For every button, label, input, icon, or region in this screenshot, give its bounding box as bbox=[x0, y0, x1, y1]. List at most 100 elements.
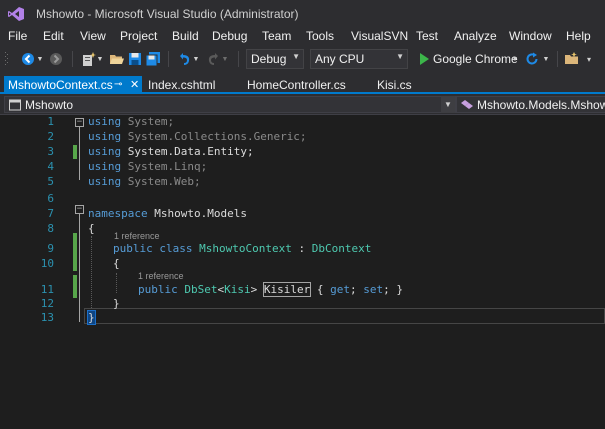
document-tab-strip: MshowtoContext.cs ⊸ ✕ Index.cshtml HomeC… bbox=[0, 72, 605, 94]
menu-bar: File Edit View Project Build Debug Team … bbox=[0, 28, 605, 46]
line-number: 13 bbox=[40, 311, 54, 324]
undo-dropdown-icon[interactable]: ▼ bbox=[192, 51, 200, 67]
open-file-icon[interactable] bbox=[109, 51, 125, 67]
menu-analyze[interactable]: Analyze bbox=[454, 29, 497, 43]
scope-name: Mshowto.Models.MshowtoContext bbox=[477, 98, 605, 112]
back-dropdown-icon[interactable]: ▼ bbox=[36, 51, 44, 67]
window-title: Mshowto - Microsoft Visual Studio (Admin… bbox=[36, 7, 299, 21]
solution-configuration-select[interactable]: Debug ▼ bbox=[246, 49, 304, 69]
project-select[interactable]: Mshowto bbox=[4, 96, 456, 113]
line-number: 1 bbox=[47, 115, 54, 128]
tab-label: HomeController.cs bbox=[247, 78, 346, 92]
scope-select[interactable]: Mshowto.Models.MshowtoContext bbox=[456, 96, 605, 113]
new-dropdown-icon[interactable]: ▼ bbox=[96, 51, 104, 67]
solution-platform-select[interactable]: Any CPU ▼ bbox=[310, 49, 408, 69]
collapse-icon[interactable]: − bbox=[75, 118, 84, 127]
pin-icon[interactable]: ⊸ bbox=[114, 79, 122, 90]
menu-file[interactable]: File bbox=[8, 29, 27, 43]
code-line-13: } bbox=[87, 310, 96, 325]
line-number: 8 bbox=[47, 222, 54, 235]
outline-guide bbox=[79, 214, 80, 322]
code-line-5: using System.Web; bbox=[88, 175, 201, 188]
folder-icon[interactable] bbox=[564, 51, 580, 67]
line-number: 3 bbox=[47, 145, 54, 158]
current-line-highlight bbox=[84, 308, 605, 324]
code-line-11: public DbSet<Kisi> Kisiler { get; set; } bbox=[138, 282, 403, 297]
title-bar: Mshowto - Microsoft Visual Studio (Admin… bbox=[0, 0, 605, 28]
csharp-project-icon bbox=[9, 99, 21, 111]
toolbar-overflow-icon[interactable]: ▾ bbox=[584, 51, 594, 67]
line-number: 10 bbox=[40, 257, 54, 270]
start-icon[interactable] bbox=[416, 51, 432, 67]
menu-tools[interactable]: Tools bbox=[306, 29, 334, 43]
menu-project[interactable]: Project bbox=[120, 29, 157, 43]
back-icon[interactable] bbox=[20, 51, 36, 67]
class-icon bbox=[461, 100, 473, 109]
new-project-icon[interactable] bbox=[80, 51, 96, 67]
collapse-icon[interactable]: − bbox=[75, 205, 84, 214]
indent-guide bbox=[116, 273, 117, 293]
chevron-down-icon[interactable]: ▼ bbox=[441, 96, 455, 113]
tab-label: Index.cshtml bbox=[148, 78, 216, 92]
menu-build[interactable]: Build bbox=[172, 29, 199, 43]
solution-platform-value: Any CPU bbox=[315, 52, 365, 66]
save-all-icon[interactable] bbox=[145, 51, 161, 67]
code-line-10: { bbox=[113, 257, 120, 270]
code-line-9: public class MshowtoContext : DbContext bbox=[113, 242, 372, 255]
change-marker bbox=[73, 145, 77, 159]
chevron-down-icon: ▼ bbox=[396, 52, 404, 61]
start-target-dropdown-icon[interactable]: ▼ bbox=[511, 51, 519, 67]
undo-icon[interactable] bbox=[176, 51, 192, 67]
standard-toolbar: ▼ ▼ ▼ ▼ Debug ▼ Any CPU ▼ Google Chrome … bbox=[0, 46, 605, 72]
line-number: 6 bbox=[47, 192, 54, 205]
refresh-icon[interactable] bbox=[524, 51, 540, 67]
line-number: 12 bbox=[40, 297, 54, 310]
indent-guide bbox=[91, 236, 92, 308]
refresh-dropdown-icon[interactable]: ▼ bbox=[542, 51, 550, 67]
toolbar-separator bbox=[238, 51, 239, 67]
code-line-7: namespace Mshowto.Models bbox=[88, 207, 247, 220]
tab-label: MshowtoContext.cs bbox=[8, 78, 113, 92]
change-marker bbox=[73, 275, 77, 298]
code-line-12: } bbox=[113, 297, 120, 310]
chevron-down-icon: ▼ bbox=[292, 52, 300, 61]
start-target-label[interactable]: Google Chrome bbox=[433, 52, 518, 66]
tab-label: Kisi.cs bbox=[377, 78, 412, 92]
change-marker bbox=[73, 233, 77, 271]
menu-edit[interactable]: Edit bbox=[43, 29, 64, 43]
line-number: 5 bbox=[47, 175, 54, 188]
code-line-1: using System; bbox=[88, 115, 175, 128]
outline-guide bbox=[79, 127, 80, 180]
menu-view[interactable]: View bbox=[80, 29, 106, 43]
menu-window[interactable]: Window bbox=[509, 29, 552, 43]
code-line-4: using System.Linq; bbox=[88, 160, 208, 173]
menu-visualsvn[interactable]: VisualSVN bbox=[351, 29, 408, 43]
forward-icon[interactable] bbox=[48, 51, 64, 67]
menu-help[interactable]: Help bbox=[566, 29, 591, 43]
redo-dropdown-icon[interactable]: ▼ bbox=[221, 51, 229, 67]
visual-studio-logo-icon bbox=[8, 7, 24, 21]
menu-debug[interactable]: Debug bbox=[212, 29, 247, 43]
menu-team[interactable]: Team bbox=[262, 29, 291, 43]
redo-icon[interactable] bbox=[205, 51, 221, 67]
toolbar-separator bbox=[557, 51, 558, 67]
solution-configuration-value: Debug bbox=[251, 52, 287, 66]
toolbar-grip-icon bbox=[4, 51, 10, 67]
code-line-8: { bbox=[88, 222, 95, 235]
codelens-reference[interactable]: 1 reference bbox=[138, 271, 184, 281]
line-number: 7 bbox=[47, 207, 54, 220]
line-number: 11 bbox=[40, 283, 54, 296]
code-line-2: using System.Collections.Generic; bbox=[88, 130, 307, 143]
codelens-reference[interactable]: 1 reference bbox=[114, 231, 160, 241]
line-number: 2 bbox=[47, 130, 54, 143]
save-icon[interactable] bbox=[127, 51, 143, 67]
project-name: Mshowto bbox=[25, 98, 74, 112]
navigation-bar: Mshowto ▼ Mshowto.Models.MshowtoContext bbox=[0, 94, 605, 115]
line-number: 4 bbox=[47, 160, 54, 173]
toolbar-separator bbox=[72, 51, 73, 67]
toolbar-separator bbox=[168, 51, 169, 67]
close-icon[interactable]: ✕ bbox=[130, 78, 139, 91]
line-number: 9 bbox=[47, 242, 54, 255]
code-editor[interactable]: 1 2 3 4 5 6 7 8 9 10 11 12 13 − − using … bbox=[0, 115, 605, 429]
menu-test[interactable]: Test bbox=[416, 29, 438, 43]
